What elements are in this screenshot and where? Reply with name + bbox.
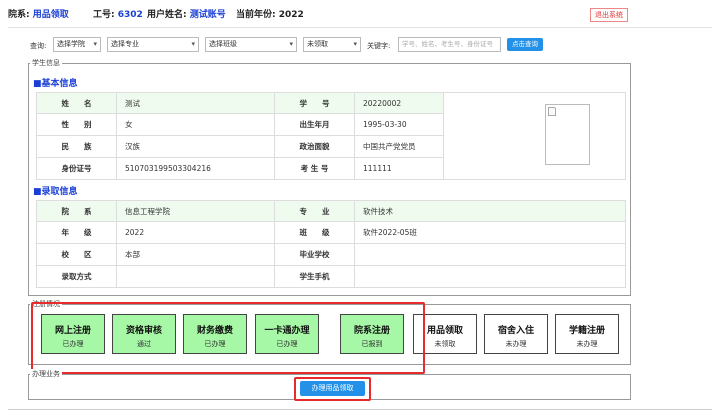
broken-image-icon bbox=[548, 107, 556, 116]
school-select[interactable]: 选择学院 ▾ bbox=[53, 37, 101, 52]
major-select[interactable]: 选择专业 ▾ bbox=[107, 37, 199, 52]
id-card-value: 510703199503304216 bbox=[116, 157, 275, 180]
status-select-value: 未领取 bbox=[307, 40, 328, 48]
business-legend: 办理业务 bbox=[30, 369, 62, 379]
basic-info-table: 姓 名 测试 学 号 20220002 性 别 女 出生年月 1995-03-3… bbox=[36, 92, 626, 180]
student-photo bbox=[545, 104, 590, 165]
birth-value: 1995-03-30 bbox=[354, 113, 444, 136]
name-value: 测试 bbox=[116, 92, 275, 114]
empno-info: 工号: 6302 bbox=[93, 7, 143, 20]
chevron-down-icon: ▾ bbox=[191, 40, 195, 48]
highlight-action-button bbox=[294, 377, 371, 401]
grade-value: 2022 bbox=[116, 221, 275, 244]
chevron-down-icon: ▾ bbox=[289, 40, 293, 48]
table-row: 年 级 2022 班 级 软件2022-05班 bbox=[36, 221, 626, 244]
graduated-school-label: 毕业学校 bbox=[274, 243, 355, 266]
header-bar: 院系: 用品领取 工号: 6302 用户姓名: 测试账号 当前年份: 2022 … bbox=[0, 0, 720, 27]
campus-value: 本部 bbox=[116, 243, 275, 266]
phone-value bbox=[354, 265, 626, 288]
keyword-input[interactable]: 学号、姓名、考生号、身份证号 bbox=[398, 37, 501, 52]
username-label: 用户姓名: bbox=[147, 10, 187, 20]
class-select[interactable]: 选择班级 ▾ bbox=[205, 37, 297, 52]
political-label: 政治面貌 bbox=[274, 135, 355, 158]
student-info-legend: 学生信息 bbox=[30, 58, 62, 68]
step-dorm-checkin[interactable]: 宿舍入住 未办理 bbox=[484, 314, 548, 354]
major-select-value: 选择专业 bbox=[111, 40, 139, 48]
major-value: 软件技术 bbox=[354, 200, 626, 222]
admission-type-label: 录取方式 bbox=[36, 265, 117, 288]
name-label: 姓 名 bbox=[36, 92, 117, 114]
year-label: 当前年份: bbox=[236, 10, 276, 20]
status-select[interactable]: 未领取 ▾ bbox=[303, 37, 361, 52]
year-value: 2022 bbox=[278, 10, 304, 20]
ethnicity-label: 民 族 bbox=[36, 135, 117, 158]
campus-label: 校 区 bbox=[36, 243, 117, 266]
query-label: 查询: bbox=[30, 42, 47, 50]
chevron-down-icon: ▾ bbox=[353, 40, 357, 48]
empno-value: 6302 bbox=[117, 10, 143, 20]
department-label: 院 系 bbox=[36, 200, 117, 222]
class-label: 班 级 bbox=[274, 221, 355, 244]
step-status: 未办理 bbox=[576, 340, 598, 348]
keyword-label: 关键字: bbox=[367, 42, 391, 50]
table-row: 录取方式 学生手机 bbox=[36, 265, 626, 288]
bottom-divider bbox=[8, 409, 712, 410]
basic-info-title: ■基本信息 bbox=[33, 79, 78, 89]
birth-label: 出生年月 bbox=[274, 113, 355, 136]
gender-value: 女 bbox=[116, 113, 275, 136]
chevron-down-icon: ▾ bbox=[93, 40, 97, 48]
highlight-completed-steps bbox=[31, 302, 425, 374]
table-row: 姓 名 测试 学 号 20220002 bbox=[36, 92, 626, 180]
step-enrollment-register[interactable]: 学籍注册 未办理 bbox=[555, 314, 619, 354]
department-value: 信息工程学院 bbox=[116, 200, 275, 222]
admission-type-value bbox=[116, 265, 275, 288]
major-label: 专 业 bbox=[274, 200, 355, 222]
exam-no-label: 考 生 号 bbox=[274, 157, 355, 180]
step-title: 宿舍入住 bbox=[497, 326, 534, 336]
class-select-value: 选择班级 bbox=[209, 40, 237, 48]
grade-label: 年 级 bbox=[36, 221, 117, 244]
dept-label: 院系: bbox=[8, 10, 30, 20]
photo-cell bbox=[443, 92, 626, 180]
table-row: 院 系 信息工程学院 专 业 软件技术 bbox=[36, 200, 626, 222]
political-value: 中国共产党党员 bbox=[354, 135, 444, 158]
empno-label: 工号: bbox=[93, 10, 115, 20]
table-row: 校 区 本部 毕业学校 bbox=[36, 243, 626, 266]
class-value: 软件2022-05班 bbox=[354, 221, 626, 244]
graduated-school-value bbox=[354, 243, 626, 266]
ethnicity-value: 汉族 bbox=[116, 135, 275, 158]
header-divider bbox=[8, 27, 712, 28]
username-value: 测试账号 bbox=[189, 10, 226, 20]
dept-info: 院系: 用品领取 bbox=[8, 7, 69, 20]
query-button[interactable]: 点击查询 bbox=[507, 38, 543, 51]
student-id-value: 20220002 bbox=[354, 92, 444, 114]
exam-no-value: 111111 bbox=[354, 157, 444, 180]
username-info: 用户姓名: 测试账号 bbox=[147, 7, 226, 20]
dept-value: 用品领取 bbox=[32, 10, 69, 20]
gender-label: 性 别 bbox=[36, 113, 117, 136]
year-info: 当前年份: 2022 bbox=[236, 7, 304, 20]
logout-button[interactable]: 退出系统 bbox=[590, 8, 628, 22]
student-id-label: 学 号 bbox=[274, 92, 355, 114]
admission-info-title: ■录取信息 bbox=[33, 187, 78, 197]
school-select-value: 选择学院 bbox=[57, 40, 85, 48]
id-card-label: 身份证号 bbox=[36, 157, 117, 180]
admission-info-table: 院 系 信息工程学院 专 业 软件技术 年 级 2022 班 级 软件2022-… bbox=[36, 200, 626, 288]
phone-label: 学生手机 bbox=[274, 265, 355, 288]
step-title: 学籍注册 bbox=[568, 326, 605, 336]
step-status: 未办理 bbox=[505, 340, 527, 348]
